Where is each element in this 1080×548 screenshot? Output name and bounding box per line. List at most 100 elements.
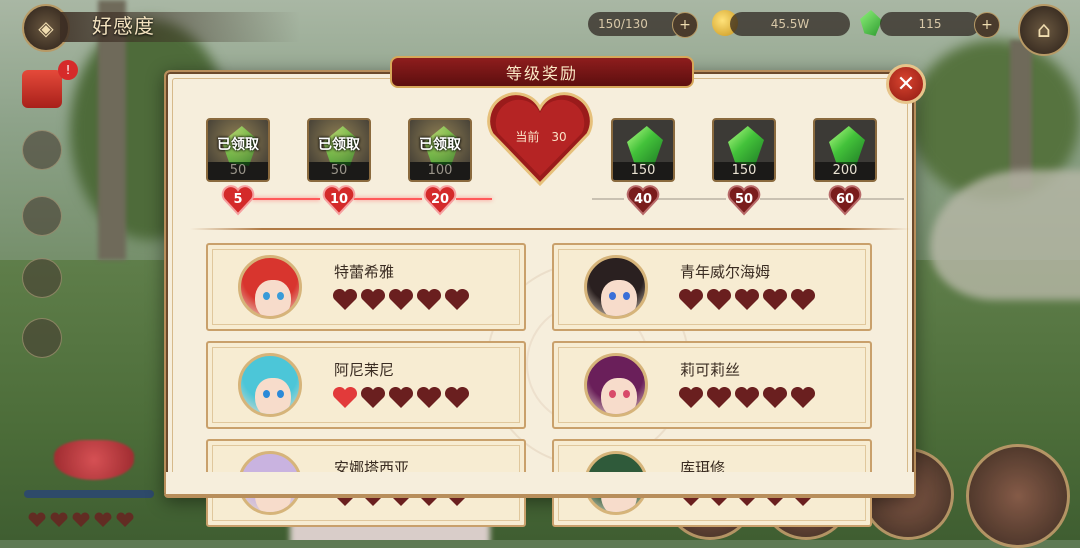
level-milestone-heart-icon: 50 [727, 184, 761, 216]
track-segment-active [354, 198, 422, 200]
gem-value: 115 [918, 17, 942, 31]
reward-amount: 150 [613, 162, 673, 180]
side-menu-icon[interactable] [22, 130, 62, 170]
heart-icon [332, 387, 358, 408]
character-avatar [584, 255, 648, 319]
level-milestone-heart-icon: 60 [828, 184, 862, 216]
heart-icon [360, 387, 386, 408]
heart-icon [416, 387, 442, 408]
affection-hearts [332, 387, 470, 409]
heart-icon [790, 289, 816, 310]
list-scroll-mask [166, 472, 914, 496]
close-button[interactable]: ✕ [886, 64, 926, 104]
reward-slot[interactable]: 已领取 50 [206, 118, 270, 182]
favor-mini-hearts [28, 512, 134, 528]
reward-slot[interactable]: 已领取 100 [408, 118, 472, 182]
favor-progress-bar [24, 490, 154, 498]
character-avatar [584, 353, 648, 417]
heart-icon [444, 289, 470, 310]
track-segment-inactive [860, 198, 904, 200]
level-milestone-heart-icon: 10 [322, 184, 356, 216]
level-milestone-heart-icon: 40 [626, 184, 660, 216]
level-milestone-heart-icon: 20 [423, 184, 457, 216]
reward-amount: 50 [309, 162, 369, 180]
character-card[interactable]: 特蕾希雅 [206, 243, 526, 331]
level-milestone-heart-icon: 5 [221, 184, 255, 216]
side-menu-icon[interactable] [22, 258, 62, 298]
page-title: 好感度 [92, 14, 155, 38]
dialog-title: 等级奖励 [390, 56, 694, 88]
reward-slot[interactable]: 已领取 50 [307, 118, 371, 182]
gem-add-button[interactable]: + [974, 12, 1000, 38]
milestone-level: 10 [329, 191, 349, 207]
stamina-counter: 150/130 [588, 12, 684, 36]
affection-hearts [678, 289, 816, 311]
heart-icon [762, 289, 788, 310]
heart-icon [734, 289, 760, 310]
dialog-title-text: 等级奖励 [505, 64, 578, 83]
track-segment-active [456, 198, 492, 200]
heart-icon [332, 289, 358, 310]
dialog-bottom-border [164, 494, 916, 498]
claimed-label: 已领取 [419, 137, 461, 153]
heart-icon [416, 289, 442, 310]
character-name: 特蕾希雅 [334, 263, 395, 281]
heart-icon [360, 289, 386, 310]
character-avatar [238, 353, 302, 417]
gift-icon[interactable] [22, 70, 62, 108]
milestone-level: 60 [835, 191, 855, 207]
side-menu-icon[interactable] [22, 318, 62, 358]
heart-icon [706, 387, 732, 408]
reward-amount: 50 [208, 162, 268, 180]
reward-slot[interactable]: 150 [611, 118, 675, 182]
section-divider [190, 228, 910, 230]
gem-icon [627, 126, 663, 166]
character-card[interactable]: 青年威尔海姆 [552, 243, 872, 331]
gem-counter: 115 [880, 12, 980, 36]
milestone-level: 5 [233, 191, 243, 207]
milestone-level: 50 [734, 191, 754, 207]
character-avatar [238, 255, 302, 319]
heart-icon [706, 289, 732, 310]
character-card[interactable]: 莉可莉丝 [552, 341, 872, 429]
affection-hearts [678, 387, 816, 409]
reward-amount: 200 [815, 162, 875, 180]
character-portrait-button[interactable] [966, 444, 1070, 548]
notification-badge-icon: ! [58, 60, 78, 80]
heart-icon [388, 387, 414, 408]
character-name: 青年威尔海姆 [680, 263, 771, 281]
stamina-add-button[interactable]: + [672, 12, 698, 38]
gem-icon [829, 126, 865, 166]
claimed-label: 已领取 [318, 137, 360, 153]
heart-icon [678, 387, 704, 408]
heart-icon [444, 387, 470, 408]
heart-icon [790, 387, 816, 408]
current-level-label: 当前 [515, 130, 540, 144]
side-menu-icon[interactable] [22, 196, 62, 236]
affection-hearts [332, 289, 470, 311]
reward-slot[interactable]: 150 [712, 118, 776, 182]
claimed-label: 已领取 [217, 137, 259, 153]
track-segment-inactive [760, 198, 828, 200]
home-button[interactable]: ⌂ [1018, 4, 1070, 56]
heart-icon [734, 387, 760, 408]
milestone-level: 20 [430, 191, 450, 207]
current-level: 当前 30 [506, 128, 576, 145]
reward-amount: 150 [714, 162, 774, 180]
gem-icon [728, 126, 764, 166]
milestone-level: 40 [633, 191, 653, 207]
character-name: 莉可莉丝 [680, 361, 741, 379]
current-level-value: 30 [551, 130, 567, 144]
stamina-value: 150/130 [598, 17, 648, 31]
track-segment-active [252, 198, 320, 200]
reward-slot[interactable]: 200 [813, 118, 877, 182]
heart-icon [678, 289, 704, 310]
coin-value: 45.5W [770, 17, 810, 31]
character-name: 阿尼茉尼 [334, 361, 395, 379]
heart-icon [762, 387, 788, 408]
favor-heart-button[interactable] [54, 440, 134, 480]
reward-amount: 100 [410, 162, 470, 180]
character-card[interactable]: 阿尼茉尼 [206, 341, 526, 429]
track-segment-inactive [658, 198, 726, 200]
coin-counter: 45.5W [730, 12, 850, 36]
